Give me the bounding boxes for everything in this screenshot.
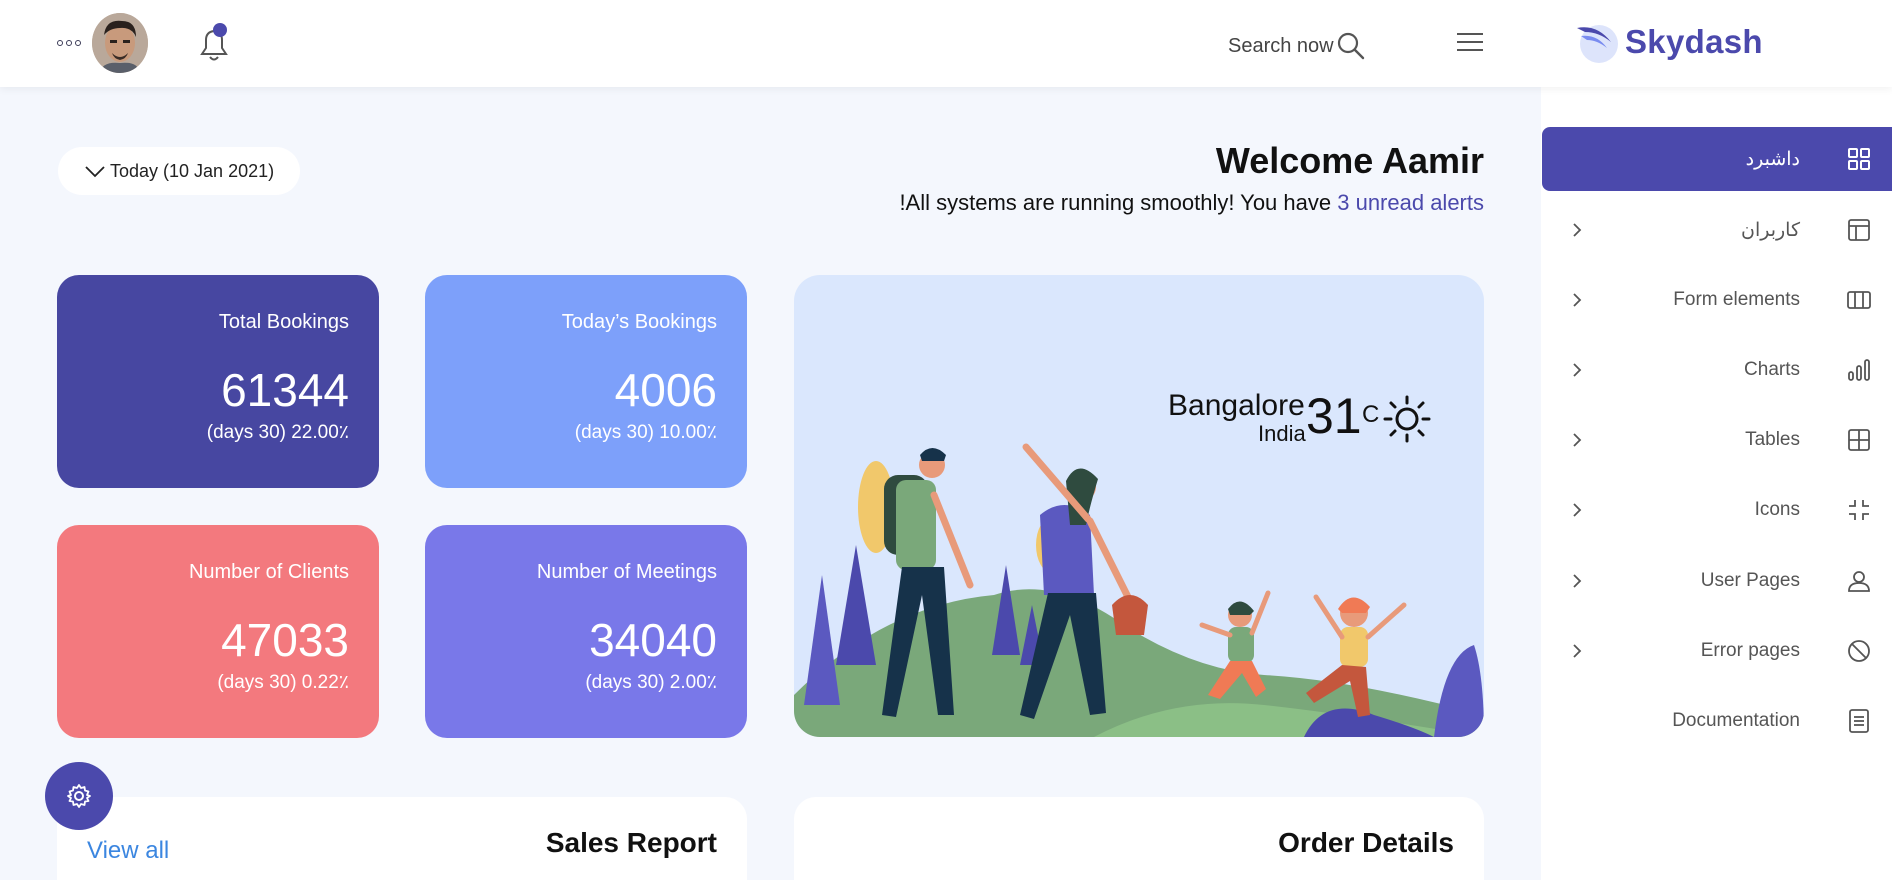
notification-bell-icon[interactable]	[196, 22, 232, 64]
chevron-right-icon	[1573, 363, 1582, 377]
hiking-illustration	[794, 443, 1484, 737]
top-navbar: Search now Skydash	[0, 0, 1892, 87]
status-message: !All systems are running smoothly! You h…	[899, 190, 1484, 216]
stat-value: 34040	[589, 614, 717, 666]
ban-icon	[1848, 640, 1870, 662]
bar-chart-icon	[1848, 359, 1870, 381]
stat-card-number-of-meetings: Number of Meetings 34040 (days 30) 2.00٪	[425, 525, 747, 738]
sidebar-item-label: Form elements	[1673, 289, 1800, 310]
chevron-right-icon	[1573, 503, 1582, 517]
columns-icon	[1847, 291, 1871, 309]
search-bar[interactable]: Search now	[1228, 31, 1366, 61]
search-label[interactable]: Search now	[1228, 35, 1334, 58]
date-filter-label: Today (10 Jan 2021)	[110, 160, 275, 181]
chevron-right-icon	[1573, 644, 1582, 658]
table-icon	[1848, 429, 1870, 451]
grid-icon	[1848, 148, 1870, 170]
sidebar-item-error-pages[interactable]: Error pages	[1542, 619, 1892, 683]
sidebar-item-dashboard[interactable]: داشبرد	[1542, 127, 1892, 191]
layout-icon	[1848, 219, 1870, 241]
stat-title: Number of Clients	[188, 561, 349, 583]
stat-change: (days 30) 22.00٪	[206, 422, 349, 443]
sidebar-item-tables[interactable]: Tables	[1542, 408, 1892, 472]
weather-temperature: 31	[1306, 388, 1362, 444]
sidebar-item-label: Error pages	[1700, 640, 1800, 661]
settings-button[interactable]	[45, 762, 113, 830]
stat-card-todays-bookings: Today’s Bookings 4006 (days 30) 10.00٪	[425, 275, 747, 488]
sidebar-item-users[interactable]: کاربران	[1542, 198, 1892, 262]
stat-title: Total Bookings	[218, 311, 349, 333]
sidebar-item-form-elements[interactable]: Form elements	[1542, 268, 1892, 332]
stat-value: 47033	[221, 614, 349, 666]
order-details-title: Order Details	[1278, 827, 1454, 858]
logo-icon	[1575, 20, 1619, 64]
unread-alerts-link[interactable]: 3 unread alerts	[1337, 190, 1484, 215]
sidebar-item-label: Documentation	[1672, 710, 1800, 731]
minimize-icon	[1849, 500, 1869, 520]
date-filter-dropdown[interactable]: Today (10 Jan 2021)	[58, 147, 300, 195]
brand-name: Skydash	[1625, 23, 1763, 60]
sun-icon	[1383, 395, 1431, 443]
user-icon	[1848, 571, 1870, 592]
weather-card: Bangalore India 31 C	[794, 275, 1484, 737]
sidebar-item-documentation[interactable]: Documentation	[1542, 689, 1892, 753]
weather-city: Bangalore	[1168, 389, 1305, 422]
document-icon	[1849, 709, 1869, 733]
sales-report-title: Sales Report	[545, 827, 717, 858]
gear-icon	[67, 784, 91, 808]
sidebar-item-label: داشبرد	[1745, 148, 1800, 170]
stat-card-total-bookings: Total Bookings 61344 (days 30) 22.00٪	[57, 275, 379, 488]
sidebar-item-label: Charts	[1744, 359, 1800, 380]
stat-change: (days 30) 2.00٪	[585, 672, 717, 693]
sidebar-item-label: User Pages	[1700, 570, 1800, 591]
avatar[interactable]	[92, 13, 148, 73]
status-text: !All systems are running smoothly! You h…	[899, 190, 1338, 215]
search-icon[interactable]	[1336, 31, 1366, 61]
view-all-link[interactable]: View all	[87, 837, 169, 865]
chevron-down-icon	[85, 166, 105, 178]
stat-card-number-of-clients: Number of Clients 47033 (days 30) 0.22٪	[57, 525, 379, 738]
stat-change: (days 30) 10.00٪	[574, 422, 717, 443]
weather-country: India	[1258, 421, 1306, 446]
chevron-right-icon	[1573, 293, 1582, 307]
chevron-right-icon	[1573, 223, 1582, 237]
stat-value: 4006	[614, 364, 717, 416]
sidebar-item-label: کاربران	[1740, 219, 1800, 241]
order-details-panel: Order Details	[794, 797, 1484, 880]
weather-unit: C	[1362, 401, 1380, 428]
sidebar-item-icons[interactable]: Icons	[1542, 478, 1892, 542]
stat-title: Number of Meetings	[536, 561, 717, 583]
more-options-icon[interactable]	[57, 40, 81, 46]
welcome-heading: Welcome Aamir	[1215, 140, 1484, 181]
sidebar-item-charts[interactable]: Charts	[1542, 338, 1892, 402]
stat-change: (days 30) 0.22٪	[217, 672, 349, 693]
menu-toggle-icon[interactable]	[1457, 33, 1483, 53]
stat-title: Today’s Bookings	[561, 311, 717, 333]
stat-value: 61344	[221, 364, 349, 416]
brand-logo[interactable]: Skydash	[1575, 20, 1763, 64]
sidebar-item-user-pages[interactable]: User Pages	[1542, 549, 1892, 613]
sidebar-item-label: Tables	[1745, 429, 1800, 450]
chevron-right-icon	[1573, 433, 1582, 447]
sidebar-item-label: Icons	[1754, 499, 1800, 520]
chevron-right-icon	[1573, 574, 1582, 588]
